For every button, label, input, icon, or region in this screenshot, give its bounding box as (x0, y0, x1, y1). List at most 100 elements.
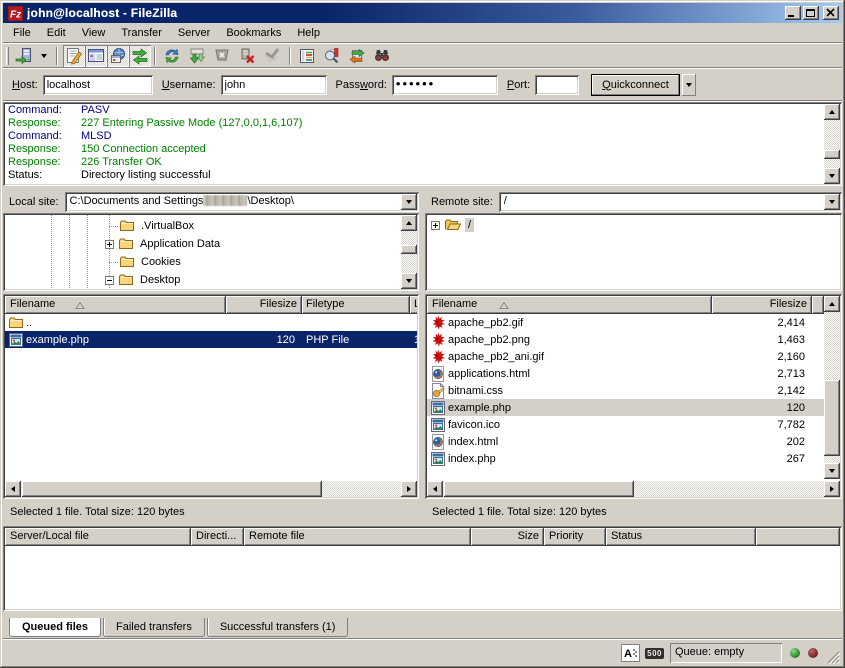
password-input[interactable] (392, 75, 498, 95)
menu-help[interactable]: Help (289, 24, 328, 42)
sort-ascending-icon (499, 301, 509, 310)
speed-limit-indicator[interactable]: 500 (645, 648, 664, 659)
quickconnect-bar: Host: Username: Password: Port: Quickcon… (3, 69, 842, 101)
remote-list-vscrollbar[interactable] (824, 296, 840, 479)
collapse-icon[interactable] (105, 276, 114, 285)
minimize-button[interactable] (785, 6, 801, 20)
toggle-remote-tree-button[interactable] (107, 45, 129, 67)
scroll-left-button[interactable] (5, 481, 21, 497)
column-header-priority[interactable]: Priority (544, 528, 606, 546)
scroll-up-button[interactable] (401, 215, 417, 231)
tree-item-root[interactable]: / (431, 216, 474, 234)
column-header-server-local-file[interactable]: Server/Local file (5, 528, 191, 546)
file-row[interactable]: index.php 267 (427, 450, 824, 467)
toggle-local-tree-button[interactable] (85, 45, 107, 67)
file-row[interactable]: applications.html 2,713 (427, 365, 824, 382)
scroll-down-button[interactable] (401, 273, 417, 289)
synchronized-browsing-button[interactable] (346, 45, 368, 67)
host-input[interactable] (43, 75, 153, 95)
quickconnect-button[interactable]: Quickconnect (591, 74, 680, 96)
column-header-filename[interactable]: Filename (427, 296, 712, 314)
file-row[interactable]: apache_pb2.png 1,463 (427, 331, 824, 348)
username-input[interactable] (221, 75, 327, 95)
process-queue-button[interactable] (186, 45, 208, 67)
column-header-direction[interactable]: Directi... (191, 528, 244, 546)
column-header-size[interactable]: Size (471, 528, 544, 546)
column-header-status[interactable]: Status (606, 528, 756, 546)
scroll-left-button[interactable] (427, 481, 443, 497)
toggle-transfer-queue-button[interactable] (129, 45, 151, 67)
expand-icon[interactable] (431, 221, 440, 230)
local-site-row: Local site: C:\Documents and Settings\De… (3, 191, 419, 212)
menu-transfer[interactable]: Transfer (113, 24, 170, 42)
scroll-up-button[interactable] (824, 296, 840, 312)
local-tree-scrollbar[interactable] (401, 215, 417, 289)
title-bar[interactable]: Fz john@localhost - FileZilla (3, 3, 842, 23)
scroll-down-button[interactable] (824, 463, 840, 479)
data-type-indicator[interactable]: A (621, 644, 640, 662)
local-list-header: Filename Filesize Filetype Last modified (5, 296, 417, 314)
filter-button[interactable] (296, 45, 318, 67)
site-manager-button[interactable] (13, 45, 35, 67)
toggle-message-log-button[interactable] (63, 45, 85, 67)
remote-list-hscrollbar[interactable] (427, 481, 840, 497)
file-row[interactable]: apache_pb2_ani.gif 2,160 (427, 348, 824, 365)
column-header-filesize[interactable]: Filesize (712, 296, 812, 314)
menu-file[interactable]: File (5, 24, 39, 42)
tree-item-desktop[interactable]: Desktop (105, 271, 183, 289)
close-button[interactable] (823, 6, 839, 20)
file-row[interactable]: favicon.ico 7,782 (427, 416, 824, 433)
column-header-filesize[interactable]: Filesize (226, 296, 302, 314)
refresh-icon (163, 47, 181, 65)
site-manager-dropdown[interactable] (38, 45, 50, 67)
expand-icon[interactable] (105, 240, 114, 249)
scroll-up-button[interactable] (824, 104, 840, 120)
tab-failed-transfers[interactable]: Failed transfers (103, 618, 205, 637)
combo-dropdown-button[interactable] (824, 194, 840, 210)
local-list-hscrollbar[interactable] (5, 481, 417, 497)
menu-edit[interactable]: Edit (39, 24, 74, 42)
log-scrollbar[interactable] (824, 104, 840, 184)
file-row-example-php[interactable]: example.php 120 PHP File 1 (5, 331, 417, 348)
php-file-icon (430, 400, 446, 416)
menu-view[interactable]: View (74, 24, 114, 42)
tab-successful-transfers[interactable]: Successful transfers (1) (207, 618, 349, 637)
file-row-parent-dir[interactable]: .. (5, 314, 417, 331)
scroll-thumb[interactable] (824, 150, 840, 159)
column-header-last-modified[interactable]: Last modified (410, 296, 417, 314)
maximize-button[interactable] (803, 6, 819, 20)
scroll-right-button[interactable] (824, 481, 840, 497)
file-row-example-php[interactable]: example.php 120 (427, 399, 824, 416)
combo-dropdown-button[interactable] (401, 194, 417, 210)
disconnect-button[interactable] (236, 45, 258, 67)
scroll-thumb[interactable] (401, 245, 417, 254)
tab-queued-files[interactable]: Queued files (9, 618, 101, 637)
cancel-button[interactable] (211, 45, 233, 67)
find-files-button[interactable] (371, 45, 393, 67)
directory-comparison-button[interactable] (321, 45, 343, 67)
column-header-filetype[interactable]: Filetype (302, 296, 410, 314)
reconnect-button[interactable] (261, 45, 283, 67)
menu-server[interactable]: Server (170, 24, 218, 42)
local-site-combobox[interactable]: C:\Documents and Settings\Desktop\ (65, 192, 419, 212)
port-input[interactable] (535, 75, 579, 95)
scroll-thumb[interactable] (22, 481, 322, 497)
scroll-right-button[interactable] (401, 481, 417, 497)
scroll-thumb[interactable] (824, 380, 840, 456)
tree-item-virtualbox[interactable]: .VirtualBox (119, 217, 197, 235)
column-header-remote-file[interactable]: Remote file (244, 528, 471, 546)
quickconnect-dropdown[interactable] (682, 74, 696, 96)
scroll-down-button[interactable] (824, 168, 840, 184)
resize-grip[interactable] (826, 650, 840, 664)
menu-bookmarks[interactable]: Bookmarks (218, 24, 289, 42)
remote-site-combobox[interactable]: / (499, 192, 842, 212)
tree-item-cookies[interactable]: Cookies (119, 253, 184, 271)
file-row[interactable]: bitnami.css 2,142 (427, 382, 824, 399)
refresh-button[interactable] (161, 45, 183, 67)
toolbar-grip (6, 47, 9, 65)
file-row[interactable]: index.html 202 (427, 433, 824, 450)
column-header-filename[interactable]: Filename (5, 296, 226, 314)
tree-item-application-data[interactable]: Application Data (105, 235, 223, 253)
scroll-thumb[interactable] (444, 481, 634, 497)
file-row[interactable]: apache_pb2.gif 2,414 (427, 314, 824, 331)
